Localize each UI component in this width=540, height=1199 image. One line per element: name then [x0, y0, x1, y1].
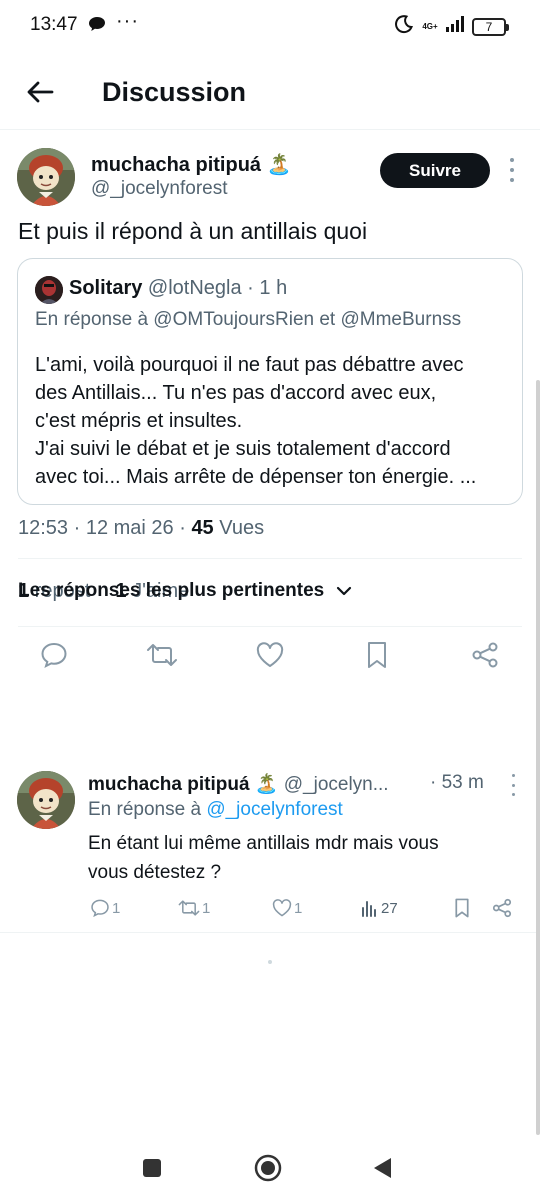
square-icon — [143, 1159, 161, 1177]
network-type: 4G+ — [422, 21, 438, 31]
page: 13:47 ··· 4G+ 7 Discussion muchacha piti… — [0, 0, 540, 1199]
share-button[interactable] — [465, 635, 505, 675]
reply-to-prefix: En réponse à — [88, 799, 207, 820]
replies-sort-label: Les réponses les plus pertinentes — [18, 580, 325, 601]
author-name[interactable]: muchacha pitipuá 🏝️ — [91, 152, 292, 177]
quoted-reply-to: En réponse à @OMToujoursRien et @MmeBurn… — [35, 309, 462, 330]
chevron-down-icon — [337, 586, 352, 596]
retweet-icon — [178, 900, 200, 916]
system-nav-bar — [0, 1136, 540, 1199]
reply-bookmark-button[interactable] — [454, 896, 470, 920]
share-icon — [492, 898, 512, 918]
status-time: 13:47 — [30, 14, 78, 35]
reply-icon — [91, 899, 109, 917]
bookmark-icon — [368, 642, 386, 668]
retweet-icon — [147, 644, 177, 666]
views-count: 45 — [191, 517, 214, 539]
chat-notification-icon — [88, 16, 106, 37]
quoted-text-line: des Antillais... Tu n'es pas d'accord av… — [35, 382, 437, 404]
reply-actions: 1 1 1 27 — [0, 896, 540, 922]
reply-time: · 53 m — [430, 772, 484, 793]
quoted-tweet[interactable]: Solitary @lotNegla · 1 h En réponse à @O… — [17, 258, 523, 505]
tweet-timestamp: 12:53 · 12 mai 26 · — [18, 517, 192, 539]
reply-button[interactable] — [34, 635, 74, 675]
back-nav-button[interactable] — [364, 1150, 400, 1186]
dnd-moon-icon — [394, 14, 414, 39]
replies-sort-toggle[interactable]: Les réponses les plus pertinentes — [18, 580, 352, 602]
quoted-text-line: L'ami, voilà pourquoi il ne faut pas déb… — [35, 354, 464, 376]
divider — [18, 626, 522, 627]
reply-likes-count: 1 — [294, 899, 303, 917]
like-icon — [256, 642, 284, 667]
reply-replies-count: 1 — [112, 899, 121, 917]
reply-text-line: vous détestez ? — [88, 862, 222, 883]
top-bar: Discussion — [0, 56, 540, 130]
recents-button[interactable] — [134, 1150, 170, 1186]
reply-views-button[interactable]: 27 — [361, 896, 398, 920]
scrollbar[interactable] — [536, 380, 540, 1135]
share-icon — [472, 642, 498, 668]
tweet-meta: 12:53 · 12 mai 26 · 45 Vues — [18, 517, 264, 540]
views-label: Vues — [213, 517, 265, 539]
quoted-text-line: avec toi... Mais arrête de dépenser ton … — [35, 466, 477, 488]
reply-tweet[interactable]: muchacha pitipuá 🏝️ @_jocelyn... · 53 m … — [0, 756, 540, 933]
quoted-header: Solitary @lotNegla · 1 h — [69, 277, 287, 300]
reply-header: muchacha pitipuá 🏝️ @_jocelyn... — [88, 772, 389, 796]
quoted-author-name: Solitary — [69, 277, 143, 299]
status-bar: 13:47 ··· 4G+ 7 — [0, 0, 540, 52]
retweet-button[interactable] — [142, 635, 182, 675]
analytics-icon — [362, 901, 376, 917]
battery-icon: 7 — [472, 17, 509, 36]
more-notifications-icon: ··· — [116, 10, 139, 32]
triangle-back-icon — [374, 1158, 391, 1178]
status-right: 4G+ 7 — [394, 14, 509, 39]
reply-retweet-button[interactable]: 1 — [178, 896, 210, 920]
reply-retweets-count: 1 — [202, 899, 211, 917]
tweet-text: Et puis il répond à un antillais quoi — [18, 218, 368, 244]
reply-like-button[interactable]: 1 — [272, 896, 302, 920]
author-avatar[interactable] — [17, 148, 75, 206]
bookmark-icon — [455, 898, 469, 918]
reply-reply-button[interactable]: 1 — [90, 896, 120, 920]
reply-to-line: En réponse à @_jocelynforest — [88, 799, 343, 821]
signal-icon — [446, 16, 466, 37]
bookmark-button[interactable] — [357, 635, 397, 675]
reply-to-handle-link[interactable]: @_jocelynforest — [206, 799, 343, 820]
reply-views-count: 27 — [381, 899, 398, 917]
quoted-text-line: J'ai suivi le débat et je suis totalemen… — [35, 438, 451, 460]
circle-icon — [254, 1154, 282, 1182]
quoted-time: · 1 h — [247, 277, 288, 299]
home-button[interactable] — [250, 1150, 286, 1186]
reply-author-avatar[interactable] — [17, 771, 75, 829]
quoted-text-line: c'est mépris et insultes. — [35, 410, 243, 432]
reply-author-name[interactable]: muchacha pitipuá 🏝️ — [88, 774, 278, 795]
quoted-author-handle: @lotNegla — [147, 277, 242, 299]
follow-button[interactable]: Suivre — [380, 153, 490, 188]
reply-icon — [41, 642, 67, 668]
like-icon — [272, 899, 292, 917]
back-button[interactable] — [22, 74, 58, 110]
tweet-actions — [0, 635, 540, 677]
divider — [18, 558, 522, 559]
more-options-button[interactable] — [502, 158, 522, 182]
reply-more-button[interactable] — [503, 774, 523, 796]
quoted-author-avatar[interactable] — [35, 276, 63, 304]
loading-indicator — [268, 960, 272, 964]
reply-text: En étant lui même antillais mdr mais vou… — [88, 829, 508, 887]
page-title: Discussion — [102, 77, 247, 107]
arrow-left-icon — [27, 81, 54, 103]
reply-author-handle[interactable]: @_jocelyn... — [284, 774, 389, 795]
reply-text-line: En étant lui même antillais mdr mais vou… — [88, 833, 439, 854]
author-handle[interactable]: @_jocelynforest — [91, 178, 228, 200]
quoted-text: L'ami, voilà pourquoi il ne faut pas déb… — [35, 351, 515, 491]
like-button[interactable] — [250, 635, 290, 675]
reply-share-button[interactable] — [492, 896, 512, 920]
